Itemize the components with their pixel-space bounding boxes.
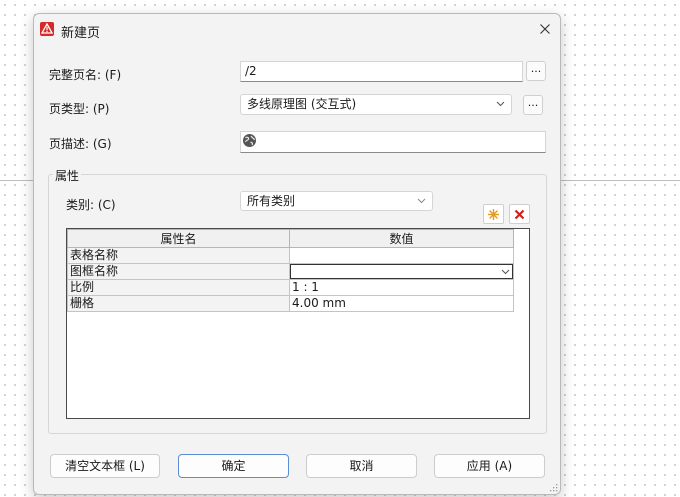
delete-property-button[interactable] — [509, 204, 530, 224]
apply-button[interactable]: 应用 (A) — [434, 454, 545, 478]
resize-grip-icon[interactable] — [550, 484, 558, 492]
new-page-dialog: 新建页 完整页名: (F) /2 ... 页类型: (P) 多线原理图 (交互式… — [33, 13, 561, 495]
cancel-button[interactable]: 取消 — [306, 454, 417, 478]
property-value-cell[interactable] — [289, 263, 514, 280]
table-row[interactable]: 表格名称 — [67, 247, 514, 264]
page-type-label: 页类型: (P) — [49, 102, 110, 116]
dialog-title: 新建页 — [61, 26, 101, 41]
table-header-row: 属性名 数值 — [67, 229, 514, 248]
page-name-browse-button[interactable]: ... — [526, 61, 546, 81]
table-row[interactable]: 栅格 4.00 mm — [67, 295, 514, 312]
globe-icon[interactable] — [242, 133, 257, 148]
property-value-cell[interactable]: 4.00 mm — [289, 295, 514, 312]
property-name-cell: 表格名称 — [67, 247, 290, 264]
category-select[interactable]: 所有类别 — [240, 191, 433, 211]
full-page-name-input[interactable]: /2 — [240, 61, 523, 82]
delete-x-icon — [514, 209, 525, 219]
frame-name-dropdown[interactable] — [290, 264, 513, 279]
chevron-down-icon — [501, 269, 510, 275]
property-name-cell: 栅格 — [67, 295, 290, 312]
properties-table: 属性名 数值 表格名称 图框名称 比例 1: 1 栅格 4.00 mm — [67, 229, 514, 312]
chevron-down-icon — [417, 198, 426, 204]
table-row[interactable]: 比例 1 : 1 — [67, 279, 514, 296]
properties-grid: 属性名 数值 表格名称 图框名称 比例 1: 1 栅格 4.00 mm — [66, 228, 530, 419]
chevron-down-icon — [496, 101, 505, 107]
property-name-cell: 图框名称 — [67, 263, 290, 280]
column-header-property-name[interactable]: 属性名 — [67, 229, 290, 248]
full-page-name-label: 完整页名: (F) — [49, 68, 122, 82]
property-value-cell[interactable]: 1 : 1 — [289, 279, 514, 296]
ok-button[interactable]: 确定 — [178, 454, 289, 478]
app-warning-icon — [40, 22, 54, 36]
close-icon — [540, 24, 550, 34]
clear-text-fields-button[interactable]: 清空文本框 (L) — [50, 454, 160, 478]
close-button[interactable] — [530, 14, 560, 44]
page-description-label: 页描述: (G) — [49, 137, 112, 151]
category-label: 类别: (C) — [66, 198, 116, 212]
title-bar[interactable]: 新建页 — [34, 14, 560, 46]
properties-group-title: 属性 — [53, 167, 82, 184]
property-value-cell[interactable] — [289, 247, 514, 264]
page-type-browse-button[interactable]: ... — [523, 95, 543, 115]
table-row[interactable]: 图框名称 — [67, 263, 514, 280]
sparkle-new-icon — [488, 208, 499, 220]
page-type-select[interactable]: 多线原理图 (交互式) — [240, 94, 512, 115]
category-value: 所有类别 — [247, 194, 296, 208]
column-header-value[interactable]: 数值 — [289, 229, 514, 248]
property-name-cell: 比例 — [67, 279, 290, 296]
page-description-input[interactable] — [240, 131, 546, 153]
new-property-button[interactable] — [483, 204, 504, 224]
page-type-value: 多线原理图 (交互式) — [247, 97, 357, 111]
